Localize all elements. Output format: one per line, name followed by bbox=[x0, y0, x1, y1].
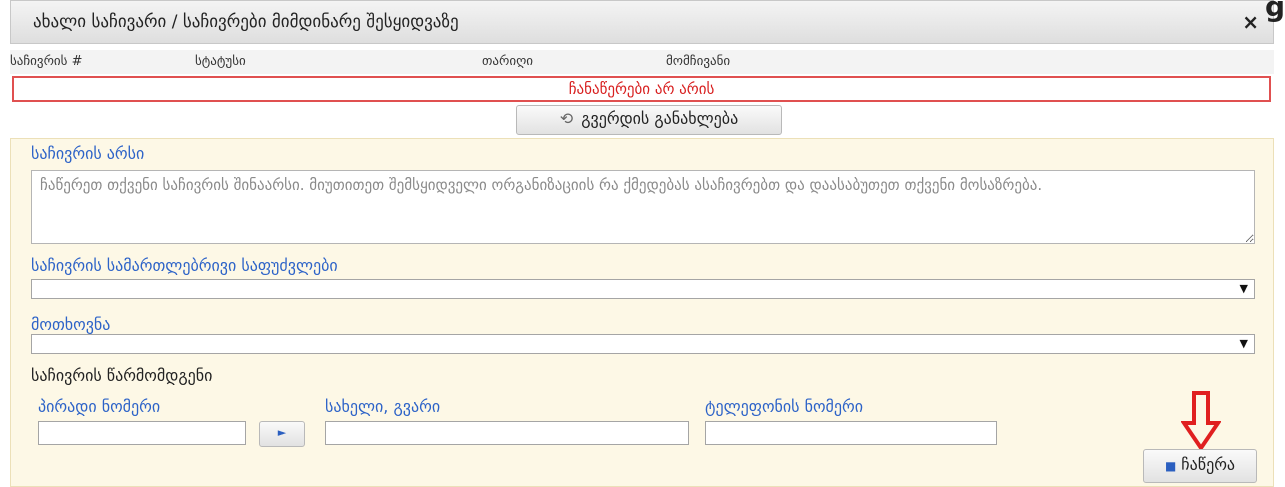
request-label: მოთხოვნა bbox=[31, 315, 111, 334]
complaint-essence-textarea[interactable] bbox=[31, 170, 1255, 244]
chevron-down-icon: ▼ bbox=[1239, 282, 1248, 295]
save-icon: ■ bbox=[1164, 459, 1177, 473]
full-name-label: სახელი, გვარი bbox=[325, 397, 441, 416]
phone-label: ტელეფონის ნომერი bbox=[705, 397, 864, 416]
play-icon: ► bbox=[277, 426, 287, 439]
full-name-input[interactable] bbox=[325, 421, 689, 445]
phone-input[interactable] bbox=[705, 421, 997, 445]
save-button[interactable]: ■ ჩაწერა bbox=[1143, 449, 1257, 483]
save-label: ჩაწერა bbox=[1181, 455, 1236, 474]
column-header-complaint-number[interactable]: საჩივრის # bbox=[10, 54, 82, 69]
refresh-page-button[interactable]: ⟲ გვერდის განახლება bbox=[516, 105, 782, 135]
no-records-message: ჩანაწერები არ არის bbox=[12, 76, 1271, 102]
refresh-label: გვერდის განახლება bbox=[581, 109, 739, 128]
dialog-titlebar: ახალი საჩივარი / საჩივრები მიმდინარე შეს… bbox=[10, 0, 1274, 44]
representative-label: საჩივრის წარმომდგენი bbox=[31, 366, 213, 385]
personal-number-input[interactable] bbox=[38, 421, 246, 445]
close-icon[interactable]: × bbox=[1242, 10, 1259, 34]
complaint-form: საჩივრის არსი საჩივრის სამართლებრივი საფ… bbox=[10, 138, 1274, 487]
annotation-arrow-icon bbox=[1181, 391, 1221, 451]
column-header-complainant[interactable]: მომჩივანი bbox=[666, 54, 730, 69]
corner-letter: g bbox=[1264, 0, 1285, 23]
chevron-down-icon: ▼ bbox=[1239, 337, 1248, 350]
table-header: საჩივრის # სტატუსი თარიღი მომჩივანი bbox=[10, 50, 1274, 74]
lookup-button[interactable]: ► bbox=[259, 421, 305, 447]
dialog-title: ახალი საჩივარი / საჩივრები მიმდინარე შეს… bbox=[33, 12, 459, 32]
legal-basis-label: საჩივრის სამართლებრივი საფუძვლები bbox=[31, 256, 338, 275]
legal-basis-select[interactable]: ▼ bbox=[31, 279, 1255, 299]
column-header-status[interactable]: სტატუსი bbox=[195, 54, 246, 69]
personal-number-label: პირადი ნომერი bbox=[38, 397, 161, 416]
essence-label: საჩივრის არსი bbox=[31, 144, 145, 163]
column-header-date[interactable]: თარიღი bbox=[482, 54, 533, 69]
refresh-icon: ⟲ bbox=[559, 109, 574, 128]
request-select[interactable]: ▼ bbox=[31, 334, 1255, 354]
